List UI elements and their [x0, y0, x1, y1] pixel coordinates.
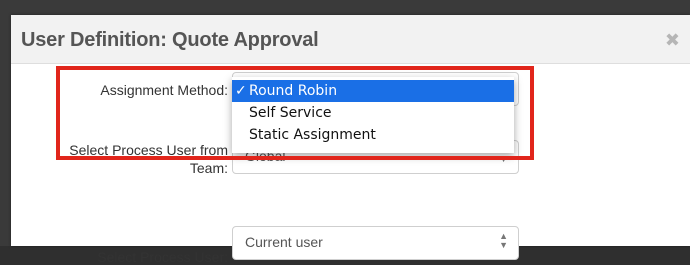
process-user-select[interactable]: Current user ▲ ▼ — [232, 226, 519, 260]
process-user-team-label-line2: Team: — [189, 160, 228, 176]
select-arrows-icon: ▲▼ — [499, 231, 508, 250]
highlight-box — [56, 66, 534, 160]
dialog-title: User Definition: Quote Approval — [21, 29, 319, 51]
close-icon[interactable]: ✖ — [665, 30, 680, 51]
process-user-value: Current user — [245, 234, 323, 250]
dialog-header: User Definition: Quote Approval ✖ — [11, 15, 690, 64]
process-user-label: Select Process User: — [97, 249, 228, 265]
